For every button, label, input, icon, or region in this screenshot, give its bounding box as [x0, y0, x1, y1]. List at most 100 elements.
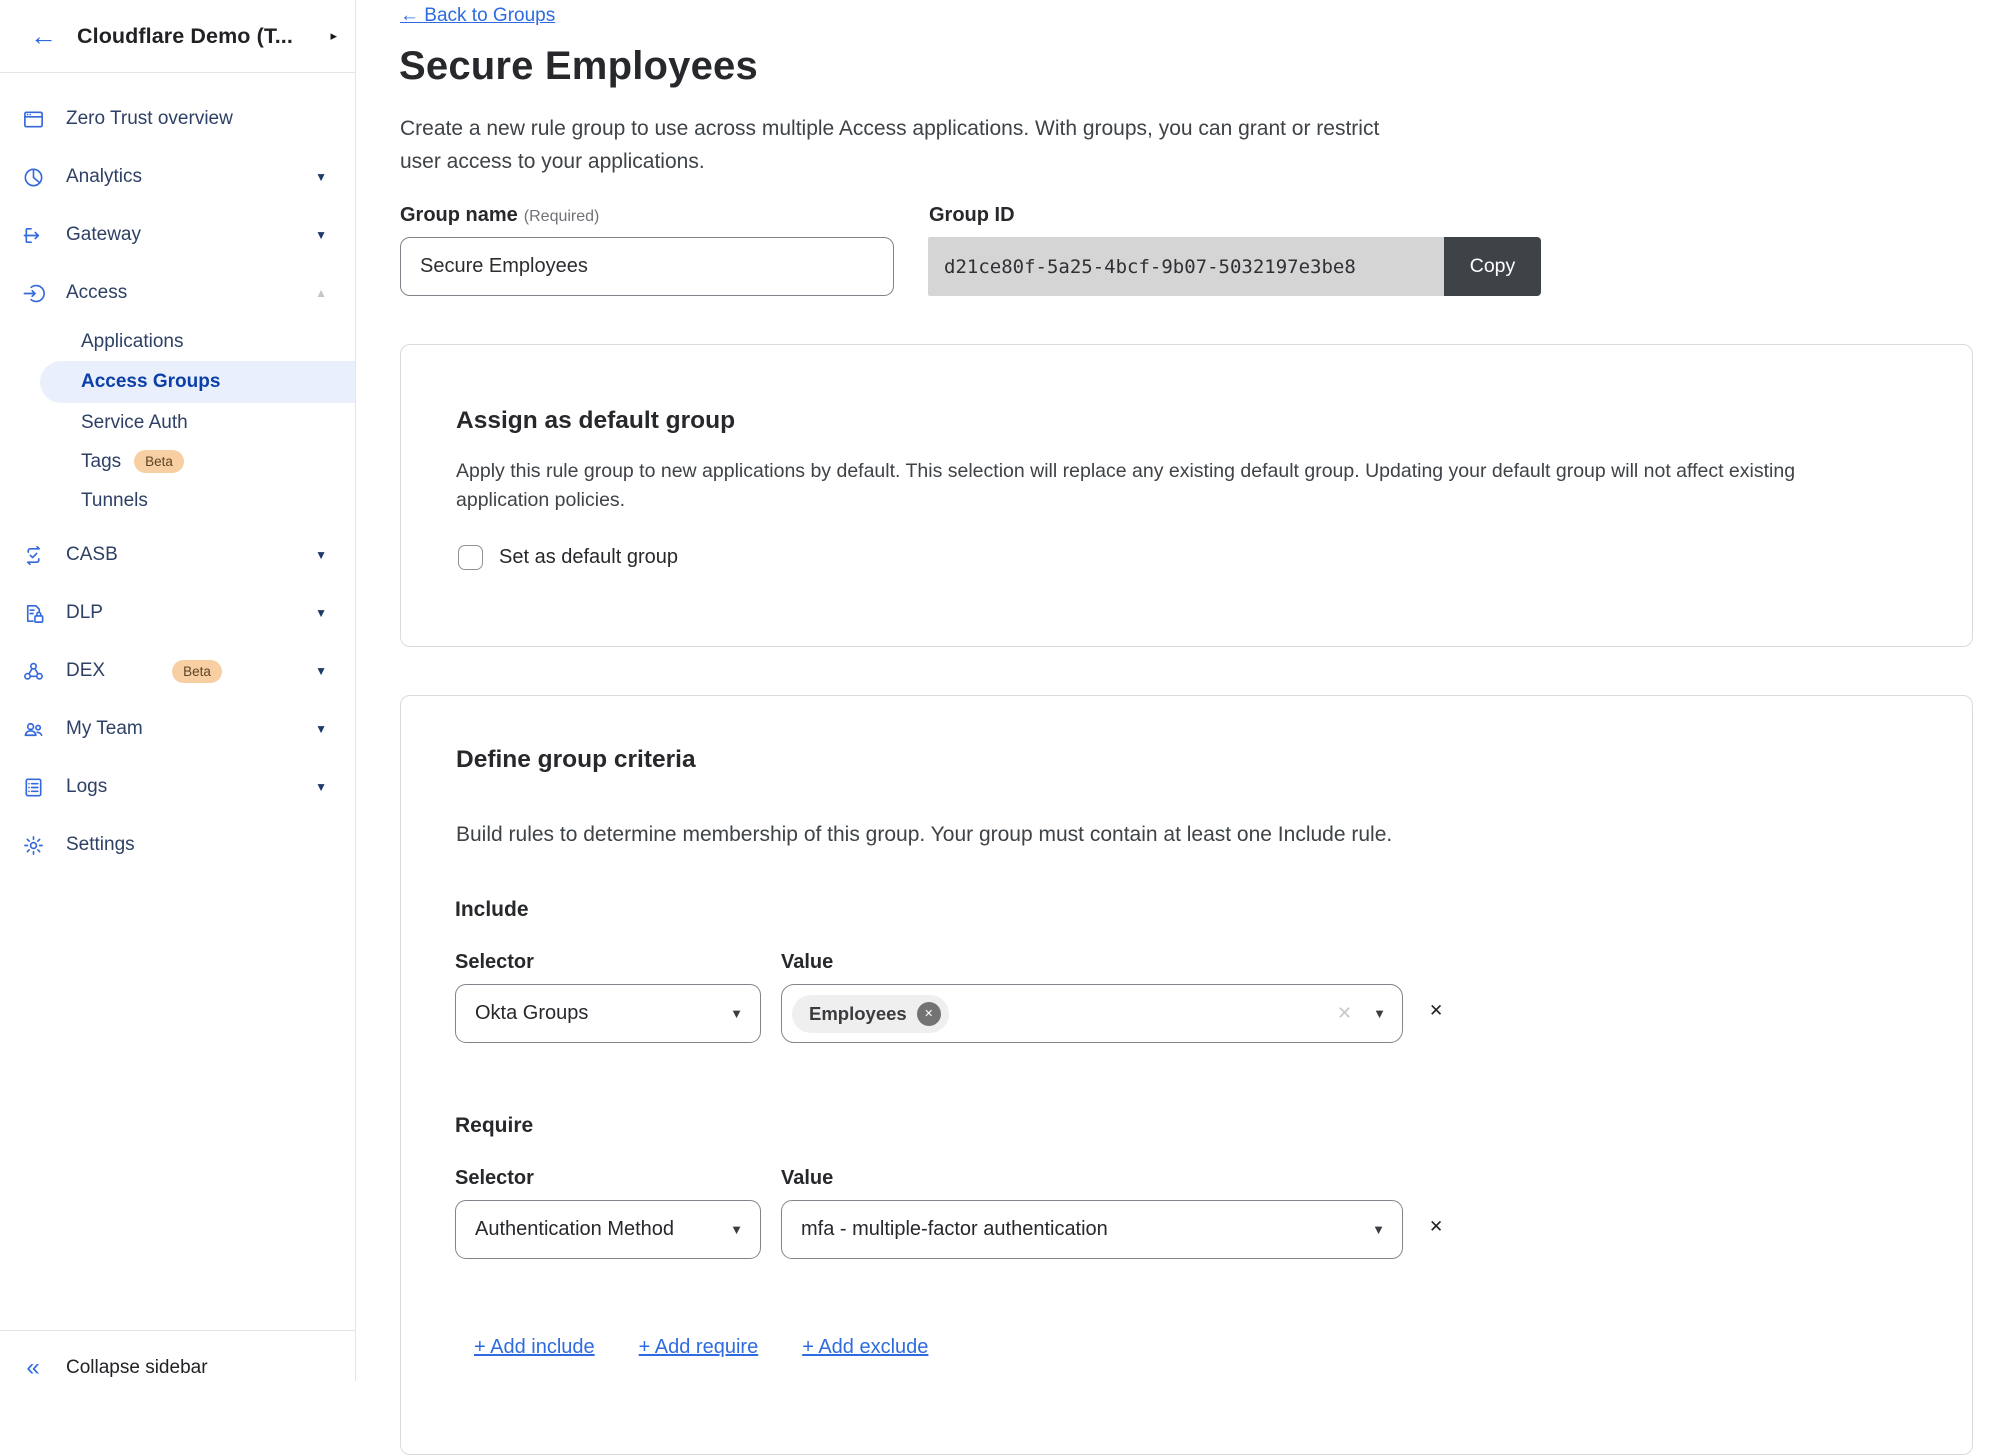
group-name-label: Group name (Required): [400, 204, 599, 227]
chevron-down-icon[interactable]: ▼: [315, 722, 335, 736]
group-id-label: Group ID: [929, 204, 1015, 227]
criteria-card-title: Define group criteria: [456, 746, 696, 774]
include-heading: Include: [455, 898, 529, 922]
require-value-dropdown[interactable]: mfa - multiple-factor authentication ▼: [781, 1200, 1403, 1259]
clear-values-icon[interactable]: ✕: [1337, 1003, 1352, 1024]
sidebar-subitem-label: Access Groups: [81, 371, 220, 393]
require-selector-dropdown[interactable]: Authentication Method ▼: [455, 1200, 761, 1259]
copy-button[interactable]: Copy: [1444, 237, 1541, 296]
rule-actions: + Add include + Add require + Add exclud…: [474, 1336, 928, 1359]
criteria-card-description: Build rules to determine membership of t…: [456, 823, 1886, 847]
sidebar-item-label: Zero Trust overview: [66, 108, 335, 130]
sidebar-subitem-label: Tags: [81, 451, 121, 473]
require-value-text: mfa - multiple-factor authentication: [801, 1218, 1108, 1241]
sidebar-subitem-label: Service Auth: [81, 412, 188, 434]
chip-remove-icon[interactable]: ✕: [917, 1002, 941, 1026]
sidebar-item-casb[interactable]: CASB ▼: [0, 526, 355, 584]
require-selector-label: Selector: [455, 1167, 534, 1190]
chevron-down-icon[interactable]: ▼: [315, 548, 335, 562]
default-group-card: Assign as default group Apply this rule …: [400, 344, 1973, 647]
sidebar-item-dex[interactable]: DEX Beta ▼: [0, 642, 355, 700]
sidebar-item-label: DEX: [66, 660, 159, 682]
criteria-card: Define group criteria Build rules to det…: [400, 695, 1973, 1455]
default-group-checkbox[interactable]: [458, 545, 483, 570]
chevron-down-icon: ▼: [1373, 1006, 1386, 1021]
beta-badge: Beta: [172, 660, 222, 683]
analytics-pie-icon: [0, 166, 66, 189]
sidebar-item-settings[interactable]: Settings: [0, 816, 355, 874]
sidebar-item-access[interactable]: Access ▲: [0, 264, 355, 322]
dlp-document-lock-icon: [0, 602, 66, 625]
chevron-down-icon[interactable]: ▼: [315, 606, 335, 620]
sidebar-nav: Zero Trust overview Analytics ▼ Gateway …: [0, 90, 355, 874]
remove-include-rule-icon[interactable]: ✕: [1429, 1001, 1443, 1021]
group-id-field: d21ce80f-5a25-4bcf-9b07-5032197e3be8 Cop…: [928, 237, 1541, 296]
add-exclude-link[interactable]: + Add exclude: [802, 1336, 928, 1359]
include-selector-value: Okta Groups: [475, 1002, 588, 1025]
back-to-groups-link[interactable]: ← Back to Groups: [400, 5, 555, 27]
add-include-link[interactable]: + Add include: [474, 1336, 595, 1359]
chevron-down-icon[interactable]: ▼: [315, 664, 335, 678]
gateway-icon: [0, 224, 66, 247]
overview-window-icon: [0, 108, 66, 131]
chevron-down-icon: ▼: [730, 1006, 743, 1021]
chevron-down-icon[interactable]: ▼: [315, 170, 335, 184]
chevron-up-icon[interactable]: ▲: [315, 286, 335, 300]
sidebar-item-service-auth[interactable]: Service Auth: [0, 403, 355, 442]
collapse-icon: «: [0, 1356, 66, 1380]
page-title: Secure Employees: [399, 44, 758, 89]
sidebar-item-logs[interactable]: Logs ▼: [0, 758, 355, 816]
sidebar-subitem-label: Tunnels: [81, 490, 148, 512]
default-group-checkbox-label: Set as default group: [499, 546, 678, 569]
sidebar: ← Cloudflare Demo (T... ▸ Zero Trust ove…: [0, 0, 356, 1381]
dex-network-icon: [0, 660, 66, 683]
sidebar-item-label: Logs: [66, 776, 315, 798]
group-id-value: d21ce80f-5a25-4bcf-9b07-5032197e3be8: [928, 237, 1444, 296]
sidebar-item-label: Gateway: [66, 224, 315, 246]
sidebar-item-access-groups[interactable]: Access Groups: [40, 361, 355, 403]
sidebar-item-applications[interactable]: Applications: [0, 322, 355, 361]
back-arrow-icon[interactable]: ←: [30, 23, 57, 50]
main-content: ← Back to Groups Secure Employees Create…: [357, 0, 1999, 1381]
require-heading: Require: [455, 1114, 533, 1138]
beta-badge: Beta: [134, 450, 184, 473]
team-people-icon: [0, 718, 66, 741]
default-group-card-description: Apply this rule group to new application…: [456, 457, 1886, 515]
group-name-label-text: Group name: [400, 204, 518, 226]
required-hint: (Required): [524, 208, 600, 225]
include-value-label: Value: [781, 951, 833, 974]
chevron-down-icon[interactable]: ▼: [315, 780, 335, 794]
sidebar-item-label: Analytics: [66, 166, 315, 188]
chevron-down-icon: ▼: [1372, 1222, 1385, 1237]
sidebar-item-dlp[interactable]: DLP ▼: [0, 584, 355, 642]
value-chip-label: Employees: [809, 1003, 907, 1025]
require-value-label: Value: [781, 1167, 833, 1190]
default-group-checkbox-row[interactable]: Set as default group: [458, 545, 678, 570]
sidebar-item-label: Access: [66, 282, 315, 304]
sidebar-item-zero-trust-overview[interactable]: Zero Trust overview: [0, 90, 355, 148]
add-require-link[interactable]: + Add require: [639, 1336, 759, 1359]
chevron-down-icon[interactable]: ▼: [315, 228, 335, 242]
value-chip: Employees ✕: [792, 995, 949, 1033]
remove-require-rule-icon[interactable]: ✕: [1429, 1217, 1443, 1237]
access-login-icon: [0, 282, 66, 305]
group-name-input[interactable]: [400, 237, 894, 296]
sidebar-item-label: Settings: [66, 834, 335, 856]
sidebar-item-analytics[interactable]: Analytics ▼: [0, 148, 355, 206]
sidebar-item-tags[interactable]: Tags Beta: [0, 442, 355, 481]
sidebar-subitem-label: Applications: [81, 331, 183, 353]
logs-list-icon: [0, 776, 66, 799]
casb-sync-check-icon: [0, 544, 66, 567]
collapse-sidebar-button[interactable]: « Collapse sidebar: [0, 1330, 355, 1381]
include-value-multiselect[interactable]: Employees ✕ ✕ ▼: [781, 984, 1403, 1043]
sidebar-item-gateway[interactable]: Gateway ▼: [0, 206, 355, 264]
panel-expand-icon[interactable]: ▸: [330, 28, 337, 44]
sidebar-item-tunnels[interactable]: Tunnels: [0, 481, 355, 520]
include-selector-label: Selector: [455, 951, 534, 974]
page-description: Create a new rule group to use across mu…: [400, 112, 1385, 178]
gear-icon: [0, 834, 66, 857]
chevron-down-icon: ▼: [730, 1222, 743, 1237]
sidebar-item-my-team[interactable]: My Team ▼: [0, 700, 355, 758]
default-group-card-title: Assign as default group: [456, 407, 735, 435]
include-selector-dropdown[interactable]: Okta Groups ▼: [455, 984, 761, 1043]
